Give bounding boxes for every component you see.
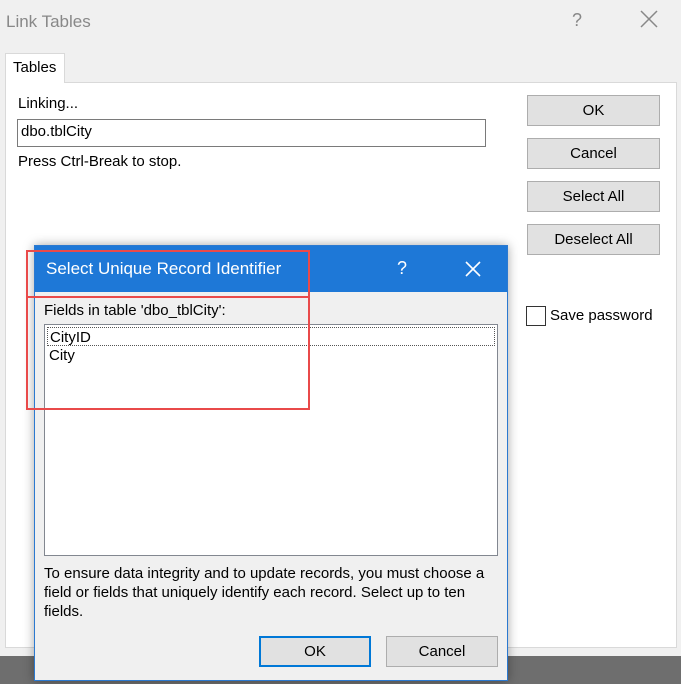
close-icon[interactable] [638, 8, 660, 30]
ok-button[interactable]: OK [527, 95, 660, 126]
dialog-cancel-button[interactable]: Cancel [386, 636, 498, 667]
ctrl-break-hint: Press Ctrl-Break to stop. [18, 153, 182, 170]
save-password-checkbox[interactable] [526, 306, 546, 326]
dialog-help-icon[interactable]: ? [397, 258, 407, 279]
title-highlight-box [26, 250, 310, 298]
linking-label: Linking... [18, 95, 79, 112]
table-name-field[interactable]: dbo.tblCity [17, 119, 486, 147]
deselect-all-button[interactable]: Deselect All [527, 224, 660, 255]
select-all-button[interactable]: Select All [527, 181, 660, 212]
cancel-button[interactable]: Cancel [527, 138, 660, 169]
window-title: Link Tables [6, 12, 91, 31]
dialog-close-icon[interactable] [463, 259, 483, 279]
info-text: To ensure data integrity and to update r… [44, 565, 485, 620]
fields-highlight-box [26, 296, 310, 410]
save-password-label: Save password [550, 307, 653, 324]
tab-tables[interactable]: Tables [5, 53, 65, 83]
help-icon[interactable]: ? [572, 10, 582, 31]
dialog-ok-button[interactable]: OK [259, 636, 371, 667]
